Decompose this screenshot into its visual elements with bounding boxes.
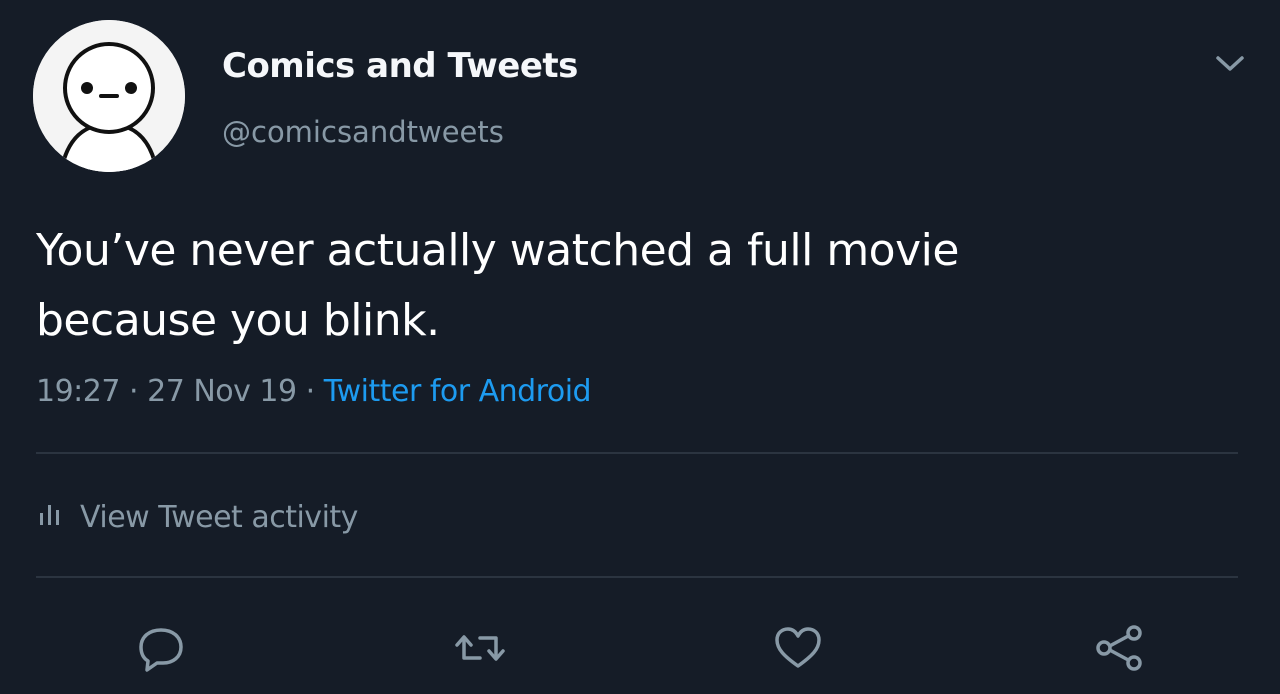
tweet-time[interactable]: 19:27 — [36, 374, 120, 409]
avatar[interactable] — [33, 20, 185, 172]
view-tweet-activity[interactable]: View Tweet activity — [38, 500, 358, 535]
divider — [36, 576, 1238, 578]
tweet-text-line: You’ve never actually watched a full mov… — [36, 225, 959, 276]
display-name[interactable]: Comics and Tweets — [222, 46, 578, 86]
tweet-text-line: because you blink. — [36, 295, 440, 346]
retweet-icon[interactable] — [452, 622, 508, 674]
tweet-text: You’ve never actually watched a full mov… — [36, 216, 1216, 356]
bar-chart-icon — [38, 500, 62, 535]
chevron-down-icon[interactable] — [1212, 50, 1248, 76]
tweet-meta: 19:27 · 27 Nov 19 · Twitter for Android — [36, 374, 592, 409]
share-icon[interactable] — [1092, 622, 1148, 674]
user-handle[interactable]: @comicsandtweets — [222, 115, 504, 149]
view-tweet-activity-label: View Tweet activity — [80, 500, 358, 535]
tweet-source-link[interactable]: Twitter for Android — [324, 374, 592, 409]
heart-icon[interactable] — [770, 622, 826, 674]
meta-separator: · — [129, 374, 139, 409]
meta-separator: · — [305, 374, 316, 409]
tweet-card: Comics and Tweets @comicsandtweets You’v… — [0, 0, 1280, 694]
reply-icon[interactable] — [133, 622, 189, 674]
tweet-date[interactable]: 27 Nov 19 — [147, 374, 297, 409]
divider — [36, 452, 1238, 454]
